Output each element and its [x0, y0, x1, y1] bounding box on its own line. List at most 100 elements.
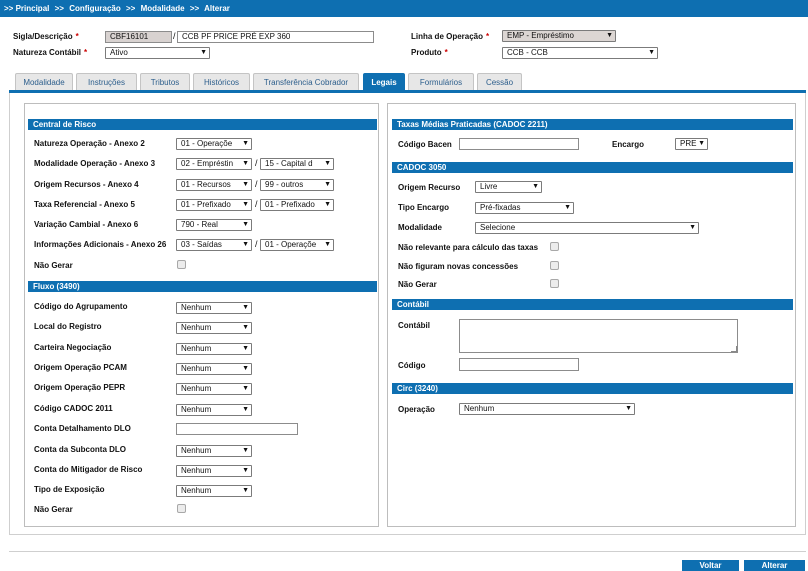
natureza-contabil-label: Natureza Contábil *	[13, 48, 88, 57]
dropdown-arrow-icon: ▼	[606, 32, 613, 39]
modalidade-operacao-select-2[interactable]: 15 - Capital d ▼	[260, 158, 334, 170]
conta-subconta-select[interactable]: Nenhum ▼	[176, 445, 252, 457]
informacoes-adicionais-select-1[interactable]: 03 - Saídas ▼	[176, 239, 252, 251]
origem-pepr-select[interactable]: Nenhum ▼	[176, 383, 252, 395]
breadcrumb-item-principal[interactable]: Principal	[16, 4, 50, 13]
dropdown-arrow-icon: ▼	[242, 406, 249, 413]
sigla-label: Sigla/Descrição *	[13, 32, 79, 41]
field-separator: /	[255, 199, 258, 209]
carteira-negociacao-label: Carteira Negociação	[34, 343, 112, 352]
alterar-button[interactable]: Alterar	[744, 560, 805, 571]
dropdown-arrow-icon: ▼	[242, 345, 249, 352]
contabil-label: Contábil	[398, 321, 430, 330]
circ-header: Circ (3240)	[392, 383, 793, 394]
tab-legais[interactable]: Legais	[363, 73, 405, 91]
breadcrumb: >> Principal >> Configuração >> Modalida…	[0, 0, 808, 17]
breadcrumb-item-alterar: Alterar	[204, 4, 230, 13]
tab-transferencia-cobrador[interactable]: Transferência Cobrador	[253, 73, 359, 91]
encargo-label: Encargo	[612, 140, 645, 149]
field-separator: /	[255, 179, 258, 189]
conta-detalhamento-field[interactable]	[176, 423, 298, 435]
voltar-button[interactable]: Voltar	[682, 560, 739, 571]
origem-recursos-select-2[interactable]: 99 - outros ▼	[260, 179, 334, 191]
tab-tributos[interactable]: Tributos	[140, 73, 190, 91]
variacao-cambial-label: Variação Cambial - Anexo 6	[34, 220, 139, 229]
produto-label: Produto *	[411, 48, 448, 57]
codigo-cadoc-2011-select[interactable]: Nenhum ▼	[176, 404, 252, 416]
tab-instrucoes[interactable]: Instruções	[76, 73, 137, 91]
codigo-agrupamento-select[interactable]: Nenhum ▼	[176, 302, 252, 314]
natureza-operacao-select[interactable]: 01 - Operaçõe ▼	[176, 138, 252, 150]
central-risco-nao-gerar-checkbox[interactable]	[177, 260, 186, 269]
codigo-field[interactable]	[459, 358, 579, 371]
origem-pcam-select[interactable]: Nenhum ▼	[176, 363, 252, 375]
nao-relevante-label: Não relevante para cálculo das taxas	[398, 243, 539, 252]
fluxo-header: Fluxo (3490)	[28, 281, 377, 292]
operacao-select[interactable]: Nenhum ▼	[459, 403, 635, 415]
sigla-field[interactable]: CBF16101	[105, 31, 172, 43]
modalidade-select[interactable]: Selecione ▼	[475, 222, 699, 234]
dropdown-arrow-icon: ▼	[242, 467, 249, 474]
nao-relevante-checkbox[interactable]	[550, 242, 559, 251]
breadcrumb-item-configuracao[interactable]: Configuração	[69, 4, 121, 13]
sigla-separator: /	[173, 31, 176, 41]
central-risco-header: Central de Risco	[28, 119, 377, 130]
taxa-referencial-select-2[interactable]: 01 - Prefixado ▼	[260, 199, 334, 211]
linha-operacao-select[interactable]: EMP - Empréstimo ▼	[502, 30, 616, 42]
operacao-label: Operação	[398, 405, 435, 414]
breadcrumb-separator: >>	[125, 4, 136, 13]
modalidade-operacao-label: Modalidade Operação - Anexo 3	[34, 159, 156, 168]
cadoc-nao-gerar-checkbox[interactable]	[550, 279, 559, 288]
tipo-exposicao-label: Tipo de Exposição	[34, 485, 105, 494]
dropdown-arrow-icon: ▼	[532, 183, 539, 190]
dropdown-arrow-icon: ▼	[242, 160, 249, 167]
modalidade-operacao-select-1[interactable]: 02 - Empréstin ▼	[176, 158, 252, 170]
breadcrumb-item-modalidade[interactable]: Modalidade	[141, 4, 185, 13]
local-registro-select[interactable]: Nenhum ▼	[176, 322, 252, 334]
produto-select[interactable]: CCB - CCB ▼	[502, 47, 658, 59]
dropdown-arrow-icon: ▼	[242, 385, 249, 392]
carteira-negociacao-select[interactable]: Nenhum ▼	[176, 343, 252, 355]
codigo-bacen-label: Código Bacen	[398, 140, 452, 149]
tab-cessao[interactable]: Cessão	[477, 73, 522, 91]
tab-modalidade[interactable]: Modalidade	[15, 73, 73, 91]
natureza-contabil-select[interactable]: Ativo ▼	[105, 47, 210, 59]
conta-subconta-label: Conta da Subconta DLO	[34, 445, 126, 454]
dropdown-arrow-icon: ▼	[242, 447, 249, 454]
conta-mitigador-select[interactable]: Nenhum ▼	[176, 465, 252, 477]
nao-figuram-checkbox[interactable]	[550, 261, 559, 270]
field-separator: /	[255, 158, 258, 168]
tipo-encargo-select[interactable]: Pré-fixadas ▼	[475, 202, 574, 214]
breadcrumb-prefix: >>	[4, 4, 14, 13]
dropdown-arrow-icon: ▼	[242, 304, 249, 311]
resize-grip-icon[interactable]	[731, 346, 737, 352]
dropdown-arrow-icon: ▼	[242, 201, 249, 208]
encargo-select[interactable]: PRE ▼	[675, 138, 708, 150]
natureza-operacao-label: Natureza Operação - Anexo 2	[34, 139, 145, 148]
fluxo-nao-gerar-checkbox[interactable]	[177, 504, 186, 513]
breadcrumb-separator: >>	[54, 4, 64, 13]
codigo-bacen-field[interactable]	[459, 138, 579, 150]
tab-historicos[interactable]: Históricos	[193, 73, 250, 91]
cadoc-3050-header: CADOC 3050	[392, 162, 793, 173]
dropdown-arrow-icon: ▼	[324, 241, 331, 248]
taxa-referencial-select-1[interactable]: 01 - Prefixado ▼	[176, 199, 252, 211]
dropdown-arrow-icon: ▼	[324, 181, 331, 188]
dropdown-arrow-icon: ▼	[698, 140, 705, 147]
informacoes-adicionais-select-2[interactable]: 01 - Operaçõe ▼	[260, 239, 334, 251]
tipo-exposicao-select[interactable]: Nenhum ▼	[176, 485, 252, 497]
dropdown-arrow-icon: ▼	[242, 324, 249, 331]
conta-mitigador-label: Conta do Mitigador de Risco	[34, 465, 143, 474]
field-separator: /	[255, 239, 258, 249]
origem-recurso-select[interactable]: Livre ▼	[475, 181, 542, 193]
tab-formularios[interactable]: Formulários	[408, 73, 474, 91]
dropdown-arrow-icon: ▼	[242, 241, 249, 248]
descricao-field[interactable]: CCB PF PRICE PRÉ EXP 360	[177, 31, 374, 43]
modalidade-label: Modalidade	[398, 223, 443, 232]
dropdown-arrow-icon: ▼	[242, 365, 249, 372]
origem-recursos-label: Origem Recursos - Anexo 4	[34, 180, 139, 189]
variacao-cambial-select[interactable]: 790 - Real ▼	[176, 219, 252, 231]
origem-pepr-label: Origem Operação PEPR	[34, 383, 126, 392]
origem-recursos-select-1[interactable]: 01 - Recursos ▼	[176, 179, 252, 191]
dropdown-arrow-icon: ▼	[200, 49, 207, 56]
